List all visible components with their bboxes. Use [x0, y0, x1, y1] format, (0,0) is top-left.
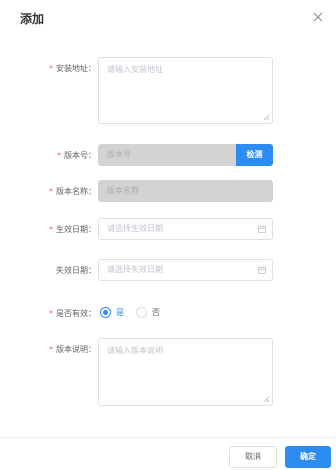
dialog-title: 添加: [20, 12, 45, 26]
effective-date-placeholder: 请选择生效日期: [107, 224, 163, 233]
dialog-header: 添加: [0, 0, 336, 38]
install-address-placeholder: 请输入安装地址: [107, 65, 163, 74]
required-mark: *: [49, 187, 53, 196]
version-description-label: * 版本说明：: [49, 345, 96, 354]
is-valid-label: * 是否有效：: [49, 309, 96, 318]
version-name-placeholder: 版本名称: [107, 186, 139, 195]
version-number-placeholder: 版本号: [107, 150, 131, 159]
dialog-footer: 取消 确定: [0, 437, 336, 470]
expiry-date-picker[interactable]: 请选择失效日期: [98, 259, 273, 281]
calendar-icon[interactable]: [258, 266, 266, 274]
cancel-button[interactable]: 取消: [229, 446, 277, 468]
version-number-input[interactable]: 版本号: [98, 144, 237, 166]
version-name-input[interactable]: 版本名称: [98, 180, 273, 202]
radio-unchecked-icon: [136, 306, 147, 318]
check-button[interactable]: 检测: [236, 144, 273, 166]
version-description-placeholder: 请输入版本说明: [107, 346, 163, 355]
version-description-textarea[interactable]: 请输入版本说明: [98, 338, 273, 406]
radio-no-label: 否: [152, 307, 160, 317]
required-mark: *: [49, 225, 53, 234]
required-mark: *: [49, 64, 53, 73]
expiry-date-label: 失效日期：: [56, 266, 96, 275]
effective-date-label: * 生效日期：: [49, 225, 96, 234]
required-mark: *: [49, 345, 53, 354]
resize-handle-icon[interactable]: [263, 396, 270, 403]
expiry-date-placeholder: 请选择失效日期: [107, 265, 163, 274]
ok-button[interactable]: 确定: [285, 446, 331, 468]
version-name-label: * 版本名称：: [49, 187, 96, 196]
is-valid-radio-group: 是 否: [100, 305, 172, 319]
radio-checked-icon: [100, 306, 111, 318]
calendar-icon[interactable]: [258, 225, 266, 233]
required-mark: *: [57, 151, 61, 160]
radio-yes-label: 是: [116, 307, 124, 317]
version-number-label: * 版本号：: [57, 151, 96, 160]
resize-handle-icon[interactable]: [263, 114, 270, 121]
add-dialog: 添加 * 安装地址： 请输入安装地址 * 版本号： 版本号 检测 * 版本名称：…: [0, 0, 336, 470]
radio-no[interactable]: 否: [136, 306, 160, 318]
effective-date-picker[interactable]: 请选择生效日期: [98, 218, 273, 240]
install-address-textarea[interactable]: 请输入安装地址: [98, 57, 273, 124]
radio-yes[interactable]: 是: [100, 306, 124, 318]
install-address-label: * 安装地址：: [49, 64, 96, 73]
close-icon[interactable]: [310, 9, 326, 25]
required-mark: *: [49, 309, 53, 318]
